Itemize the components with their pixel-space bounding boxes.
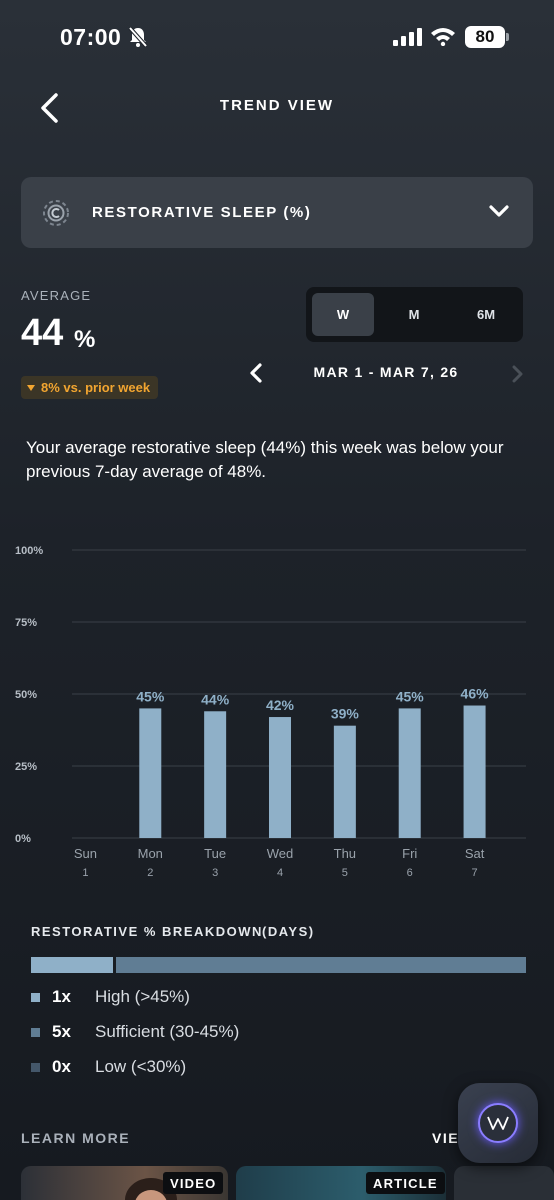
x-tick-day-number: 6 (407, 867, 413, 879)
y-tick-label: 25% (15, 761, 37, 773)
view-all-link[interactable]: VIE (432, 1130, 459, 1146)
chart-bar (139, 708, 162, 838)
chart-bar (398, 708, 421, 838)
x-tick-day-number: 1 (82, 867, 88, 879)
w-glyph (487, 1116, 509, 1130)
legend-swatch (31, 1027, 40, 1037)
bar-value-label: 46% (461, 686, 490, 702)
chart-bar (204, 711, 227, 838)
bell-slash-icon (128, 26, 148, 48)
legend-count: 1x (52, 987, 71, 1006)
breakdown-bar-high (31, 957, 113, 973)
battery-level: 80 (475, 27, 495, 46)
y-tick-label: 50% (15, 689, 37, 701)
average-label: AVERAGE (21, 288, 92, 303)
y-tick-label: 0% (15, 833, 31, 845)
page-title: TREND VIEW (219, 97, 335, 114)
legend-swatch (31, 1062, 40, 1072)
triangle-down-icon (27, 384, 35, 391)
legend-label: Low (<30%) (95, 1057, 187, 1076)
battery-nub (506, 33, 509, 41)
x-tick-day-number: 5 (342, 867, 348, 879)
y-tick-label: 100% (15, 545, 43, 557)
summary-text: Your average restorative sleep (44%) thi… (26, 438, 504, 481)
legend-swatch (31, 992, 40, 1002)
x-tick-label: Sat (465, 846, 485, 861)
chart-bar (333, 725, 356, 838)
y-tick-label: 75% (15, 617, 37, 629)
card-tag-article: ARTICLE (366, 1172, 445, 1194)
legend-item-sufficient: 5x Sufficient (30-45%) (31, 1020, 239, 1044)
average-value: 44 (21, 312, 64, 354)
card-tag-video: VIDEO (163, 1172, 224, 1194)
next-week-button[interactable] (510, 364, 524, 384)
coach-button[interactable] (458, 1083, 538, 1163)
tab-month[interactable]: M (383, 293, 445, 336)
learn-more-title: LEARN MORE (21, 1130, 131, 1146)
tab-six-months[interactable]: 6M (455, 293, 517, 336)
bar-value-label: 44% (201, 691, 230, 707)
metric-selector-label: RESTORATIVE SLEEP (%) (92, 204, 312, 221)
bar-value-label: 45% (136, 688, 165, 704)
legend-label: Sufficient (30-45%) (95, 1022, 240, 1041)
tab-week[interactable]: W (312, 293, 374, 336)
restorative-sleep-icon (43, 200, 69, 226)
legend-item-high: 1x High (>45%) (31, 985, 190, 1009)
breakdown-bar-sufficient (116, 957, 526, 973)
delta-badge: 8% vs. prior week (21, 376, 159, 399)
breakdown-title: RESTORATIVE % BREAKDOWN (31, 924, 263, 939)
x-tick-day-number: 3 (212, 867, 218, 879)
status-time: 07:00 (60, 24, 122, 50)
previous-week-button[interactable] (247, 362, 265, 384)
x-tick-label: Wed (267, 846, 294, 861)
legend-count: 0x (52, 1057, 71, 1076)
chart-bar (463, 705, 486, 838)
x-tick-label: Tue (204, 846, 226, 861)
breakdown-subtitle: (DAYS) (262, 924, 315, 939)
x-tick-label: Mon (138, 846, 163, 861)
whoop-coach-icon (478, 1103, 518, 1143)
x-tick-label: Fri (402, 846, 417, 861)
signal-icon (393, 28, 422, 46)
learn-card[interactable] (454, 1166, 554, 1200)
x-tick-day-number: 7 (472, 867, 478, 879)
legend-item-low: 0x Low (<30%) (31, 1055, 186, 1079)
average-unit: % (74, 326, 96, 353)
restorative-sleep-chart: 100% 75% 50% 25% 0% Sun 1 45% Mon 2 44% Tue 3 42% Wed 4… (15, 545, 526, 879)
x-tick-label: Sun (74, 846, 97, 861)
bar-value-label: 42% (266, 697, 295, 713)
x-tick-day-number: 2 (147, 867, 153, 879)
legend-label: High (>45%) (95, 987, 190, 1006)
bar-value-label: 45% (396, 688, 425, 704)
date-range: MAR 1 - MAR 7, 26 (313, 364, 459, 380)
chart-bar (269, 717, 291, 838)
wifi-icon (431, 28, 455, 46)
delta-text: 8% vs. prior week (41, 380, 151, 395)
legend-count: 5x (52, 1022, 71, 1041)
x-tick-label: Thu (334, 846, 356, 861)
bar-value-label: 39% (331, 706, 360, 722)
x-tick-day-number: 4 (277, 867, 283, 879)
chevron-down-icon[interactable] (488, 202, 510, 220)
battery-icon: 80 (465, 26, 505, 48)
